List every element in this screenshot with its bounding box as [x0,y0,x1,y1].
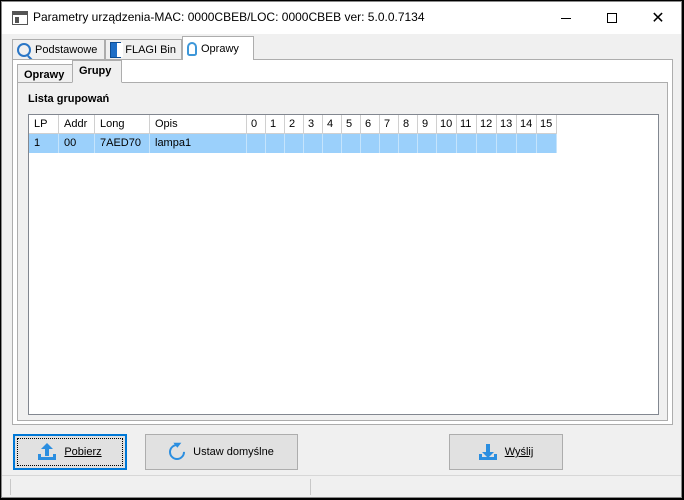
groups-table[interactable]: LP Addr Long Opis 0 1 2 3 4 5 6 7 8 9 10… [28,114,659,415]
bulb-icon [187,41,197,56]
column-header[interactable]: 14 [517,115,537,134]
close-icon: ✕ [651,10,665,27]
table-cell[interactable] [517,134,537,153]
table-cell[interactable] [457,134,477,153]
book-icon [110,41,124,58]
table-cell[interactable] [477,134,497,153]
device-parameters-window: Parametry urządzenia-MAC: 0000CBEB/LOC: … [1,1,682,498]
column-header[interactable]: 7 [380,115,399,134]
tab-flagi-bin[interactable]: FLAGI Bin [105,39,182,59]
send-button-label: Wyślij [504,446,534,458]
table-cell[interactable]: lampa1 [150,134,247,153]
column-header[interactable]: Opis [150,115,247,134]
table-header-row: LP Addr Long Opis 0 1 2 3 4 5 6 7 8 9 10… [29,115,557,134]
column-header[interactable]: Long [95,115,150,134]
column-header[interactable]: 15 [537,115,557,134]
set-defaults-button[interactable]: Ustaw domyślne [145,434,298,470]
table-cell[interactable] [285,134,304,153]
title-bar: Parametry urządzenia-MAC: 0000CBEB/LOC: … [2,2,681,34]
column-header[interactable]: 6 [361,115,380,134]
tab-label: FLAGI Bin [125,43,176,56]
column-header[interactable]: 3 [304,115,323,134]
tab-label: Oprawy [201,42,239,55]
table-cell[interactable] [304,134,323,153]
status-bar [2,475,681,497]
table-cell[interactable] [247,134,266,153]
column-header[interactable]: Addr [59,115,95,134]
download-icon [478,444,497,460]
column-header[interactable]: 5 [342,115,361,134]
table-cell[interactable] [380,134,399,153]
tab-oprawy[interactable]: Oprawy [182,36,254,60]
column-header[interactable]: 13 [497,115,517,134]
download-button[interactable]: Pobierz [13,434,127,470]
subtab-grupy[interactable]: Grupy [72,60,122,83]
column-header[interactable]: 8 [399,115,418,134]
table-cell[interactable] [323,134,342,153]
magnifier-icon [17,42,31,57]
subtab-oprawy[interactable]: Oprawy [17,64,74,84]
table-cell[interactable] [418,134,437,153]
window-title: Parametry urządzenia-MAC: 0000CBEB/LOC: … [33,10,425,24]
column-header[interactable]: LP [29,115,59,134]
minimize-icon [561,17,571,19]
oprawy-panel: Oprawy Grupy Lista grupowań LP Addr Long… [12,59,673,425]
column-header[interactable]: 0 [247,115,266,134]
section-title: Lista grupowań [28,93,110,105]
column-header[interactable]: 10 [437,115,457,134]
send-button[interactable]: Wyślij [449,434,563,470]
table-cell[interactable] [537,134,557,153]
column-header[interactable]: 11 [457,115,477,134]
download-button-label: Pobierz [64,446,102,458]
maximize-button[interactable] [589,2,635,34]
table-cell[interactable] [399,134,418,153]
maximize-icon [607,13,617,23]
refresh-icon [165,440,189,464]
table-cell[interactable]: 7AED70 [95,134,150,153]
close-button[interactable]: ✕ [635,2,681,34]
column-header[interactable]: 2 [285,115,304,134]
column-header[interactable]: 9 [418,115,437,134]
app-window-icon [12,11,28,25]
status-separator [10,479,11,495]
grupy-panel: Lista grupowań LP Addr Long Opis 0 1 2 3… [17,82,668,421]
table-cell[interactable]: 00 [59,134,95,153]
column-header[interactable]: 1 [266,115,285,134]
upload-icon [38,443,57,460]
table-cell[interactable] [497,134,517,153]
table-row[interactable]: 1 00 7AED70 lampa1 [29,134,557,153]
table-cell[interactable] [342,134,361,153]
set-defaults-button-label: Ustaw domyślne [193,446,274,458]
table-cell[interactable] [361,134,380,153]
tab-podstawowe[interactable]: Podstawowe [12,39,105,59]
table-cell[interactable]: 1 [29,134,59,153]
column-header[interactable]: 12 [477,115,497,134]
minimize-button[interactable] [543,2,589,34]
tab-label: Podstawowe [35,43,98,56]
status-separator [310,479,311,495]
table-cell[interactable] [437,134,457,153]
table-cell[interactable] [266,134,285,153]
column-header[interactable]: 4 [323,115,342,134]
